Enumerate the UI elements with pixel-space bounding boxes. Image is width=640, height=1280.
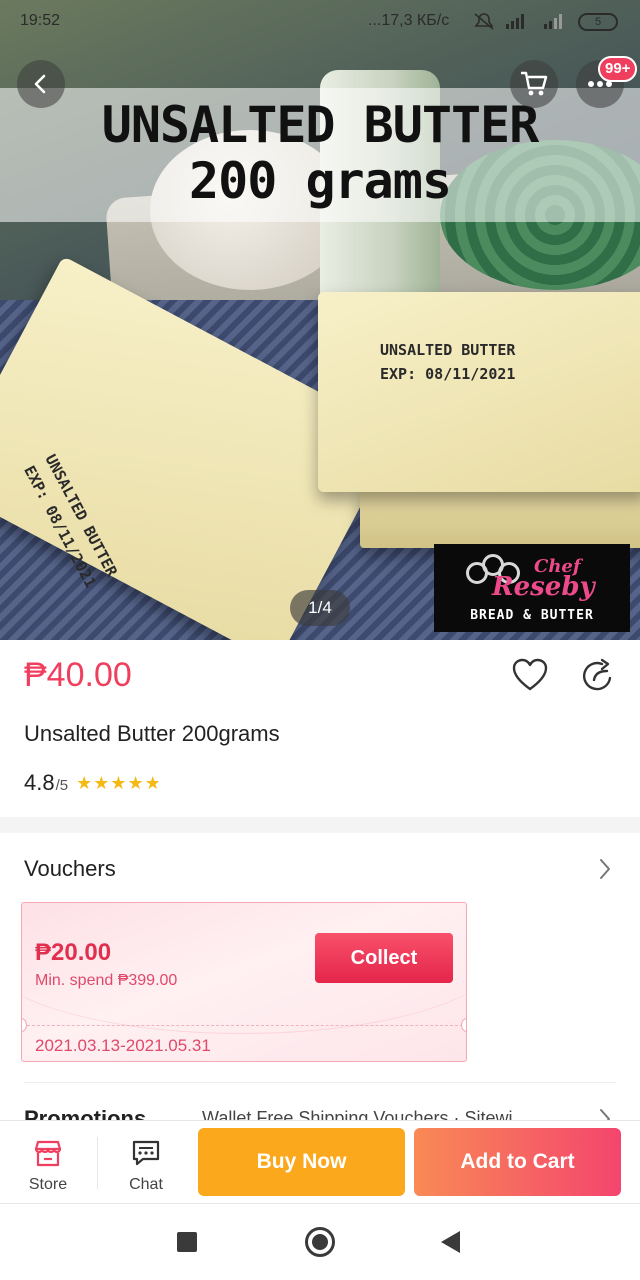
product-price: ₱40.00 bbox=[24, 656, 132, 694]
signal-icon bbox=[506, 14, 524, 29]
star-icon: ★ bbox=[93, 772, 110, 793]
mute-icon bbox=[474, 13, 494, 30]
notification-badge: 99+ bbox=[598, 56, 638, 82]
share-icon bbox=[582, 658, 612, 691]
chat-label: Chat bbox=[129, 1176, 163, 1193]
back-button[interactable] bbox=[17, 60, 65, 108]
wishlist-button[interactable] bbox=[512, 658, 550, 696]
cart-button[interactable] bbox=[510, 60, 558, 108]
voucher-amount: ₱20.00 bbox=[35, 939, 112, 966]
system-back-icon[interactable] bbox=[441, 1231, 460, 1253]
status-bar: 19:52 ...17,3 КБ/с 5 bbox=[0, 0, 640, 44]
voucher-min-spend: Min. spend ₱399.00 bbox=[35, 972, 178, 989]
voucher-card: ₱20.00 Min. spend ₱399.00 Collect 2021.0… bbox=[21, 902, 467, 1062]
network-speed: ...17,3 КБ/с bbox=[368, 12, 450, 29]
add-to-cart-button[interactable]: Add to Cart bbox=[414, 1128, 621, 1196]
rating-max: /5 bbox=[55, 777, 69, 794]
vouchers-title[interactable]: Vouchers bbox=[24, 856, 116, 882]
chat-icon bbox=[132, 1140, 160, 1166]
heart-icon bbox=[512, 658, 548, 691]
product-rating: 4.8 /5 ★ ★ ★ ★ ★ bbox=[24, 770, 161, 796]
buy-now-button[interactable]: Buy Now bbox=[198, 1128, 405, 1196]
voucher-divider bbox=[22, 1025, 466, 1026]
store-button[interactable]: Store bbox=[0, 1121, 96, 1205]
system-navigation-bar bbox=[0, 1204, 640, 1280]
recent-apps-icon[interactable] bbox=[177, 1232, 197, 1252]
logo-tagline: BREAD & BUTTER bbox=[470, 608, 594, 623]
section-divider bbox=[0, 817, 640, 833]
butter-block-bottom bbox=[360, 488, 640, 548]
status-time: 19:52 bbox=[20, 12, 61, 29]
rating-stars: ★ ★ ★ ★ ★ bbox=[76, 773, 161, 794]
logo-name-text: Reseby bbox=[492, 572, 595, 602]
voucher-validity-dates: 2021.03.13-2021.05.31 bbox=[35, 1036, 211, 1055]
share-button[interactable] bbox=[580, 658, 618, 696]
star-partial-icon: ★ bbox=[144, 772, 161, 793]
star-icon: ★ bbox=[110, 772, 127, 793]
voucher-notch-right bbox=[461, 1018, 466, 1032]
chevron-right-icon[interactable] bbox=[594, 856, 616, 882]
butter-label-right: UNSALTED BUTTER EXP: 08/11/2021 bbox=[380, 341, 516, 383]
cart-icon bbox=[521, 71, 548, 96]
store-icon bbox=[34, 1140, 62, 1167]
battery-icon: 5 bbox=[578, 13, 618, 31]
signal-icon-2 bbox=[544, 14, 562, 29]
star-icon: ★ bbox=[127, 772, 144, 793]
butter-block-right bbox=[318, 292, 640, 492]
star-icon: ★ bbox=[76, 772, 93, 793]
home-icon[interactable] bbox=[305, 1227, 335, 1257]
collect-voucher-button[interactable]: Collect bbox=[315, 933, 453, 983]
product-name: Unsalted Butter 200grams bbox=[24, 721, 280, 746]
chat-button[interactable]: Chat bbox=[98, 1121, 194, 1205]
voucher-notch-left bbox=[22, 1018, 27, 1032]
bottom-action-bar: Store Chat Buy Now Add to Cart bbox=[0, 1120, 640, 1204]
brand-logo: Chef Reseby BREAD & BUTTER bbox=[434, 544, 630, 632]
rating-value: 4.8 bbox=[24, 770, 55, 795]
divider-line bbox=[24, 1082, 616, 1083]
store-label: Store bbox=[28, 1176, 68, 1193]
product-detail-screen: UNSALTED BUTTER EXP: 08/11/2021 UNSALTED… bbox=[0, 0, 640, 1280]
chevron-left-icon bbox=[34, 74, 46, 94]
hero-title-line2: 200 grams bbox=[189, 152, 452, 210]
image-counter: 1/4 bbox=[290, 590, 350, 626]
